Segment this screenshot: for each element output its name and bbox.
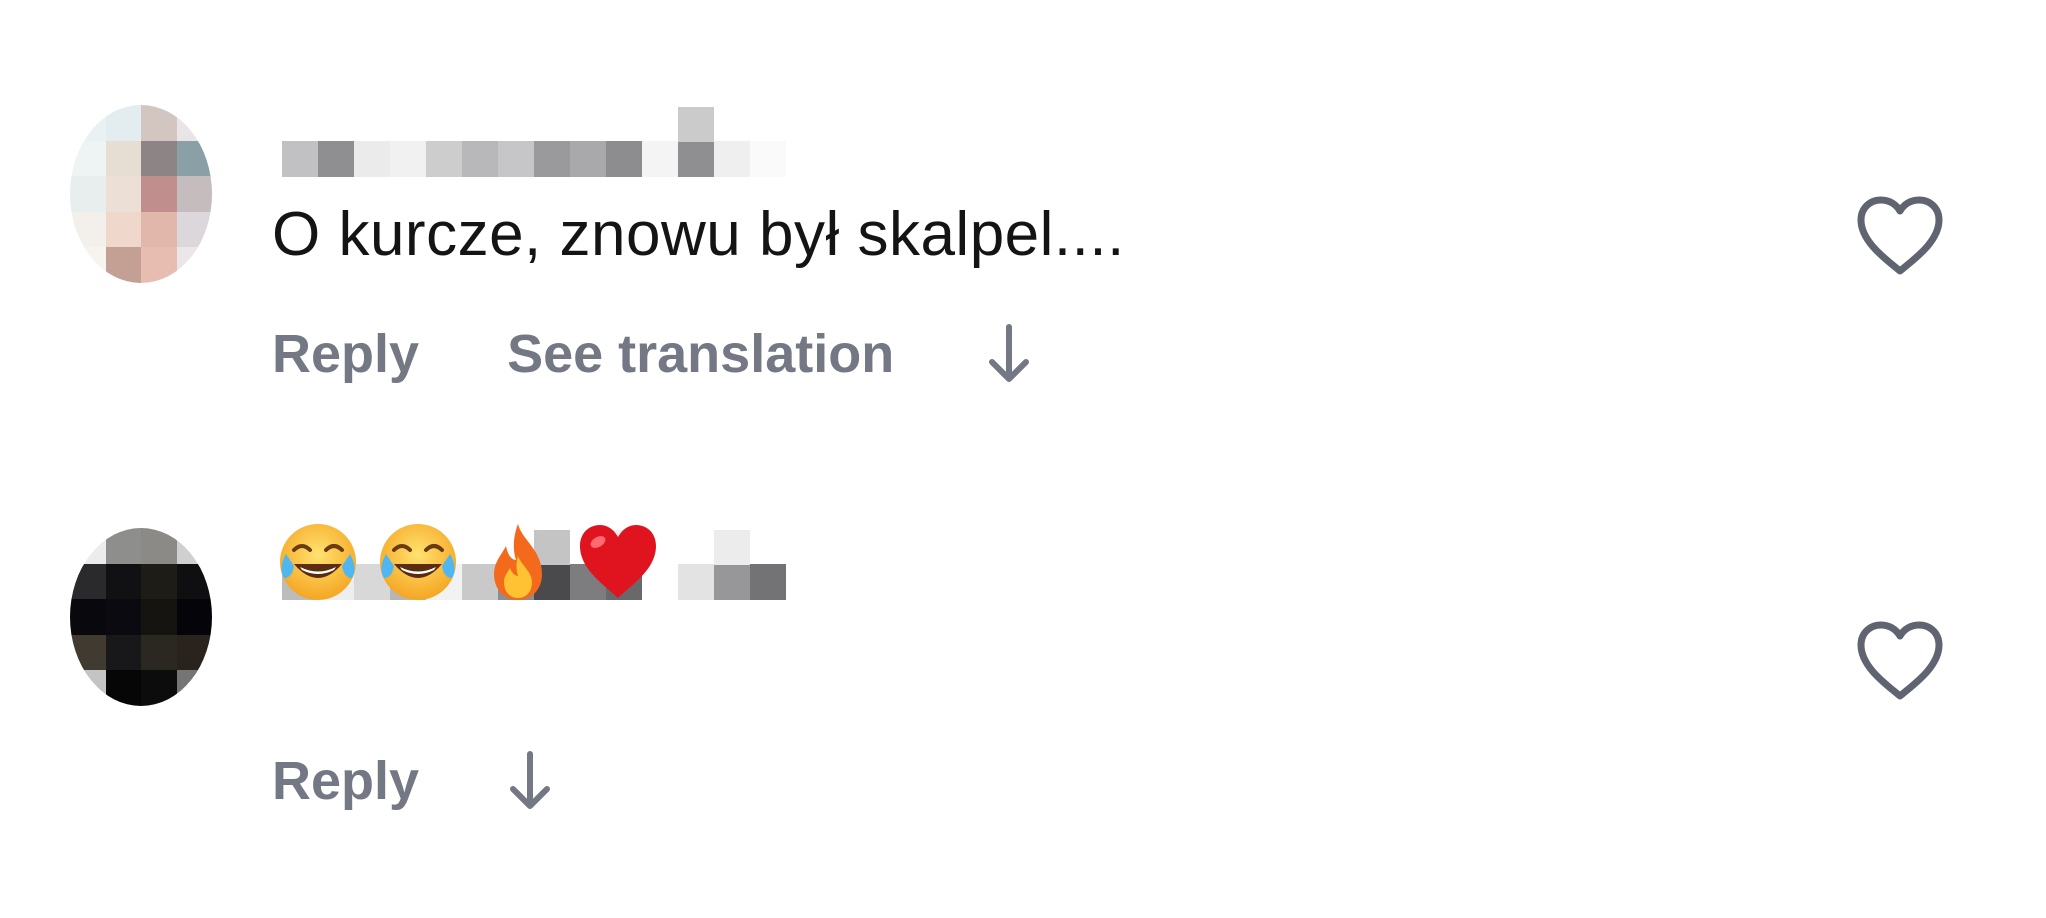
comment-item: O kurcze, znowu był skalpel.... Reply Se… xyxy=(0,105,2046,405)
see-translation-button[interactable]: See translation xyxy=(507,323,894,385)
comment-emojis xyxy=(276,520,660,604)
heart-outline-icon[interactable] xyxy=(1855,620,1945,702)
avatar[interactable] xyxy=(70,105,212,283)
comment-text: O kurcze, znowu był skalpel.... xyxy=(272,200,1125,269)
reply-button[interactable]: Reply xyxy=(272,750,419,812)
face-with-tears-of-joy-emoji xyxy=(280,524,356,600)
heart-outline-icon[interactable] xyxy=(1855,195,1945,277)
fire-emoji xyxy=(494,524,542,600)
red-heart-emoji xyxy=(580,525,656,598)
arrow-down-icon[interactable] xyxy=(986,323,1032,385)
avatar[interactable] xyxy=(70,528,212,706)
reply-button[interactable]: Reply xyxy=(272,323,419,385)
username-redacted[interactable] xyxy=(282,107,786,177)
comment-actions: Reply See translation xyxy=(272,323,1032,385)
comment-actions: Reply xyxy=(272,750,553,812)
face-with-tears-of-joy-emoji xyxy=(380,524,456,600)
arrow-down-icon[interactable] xyxy=(507,750,553,812)
